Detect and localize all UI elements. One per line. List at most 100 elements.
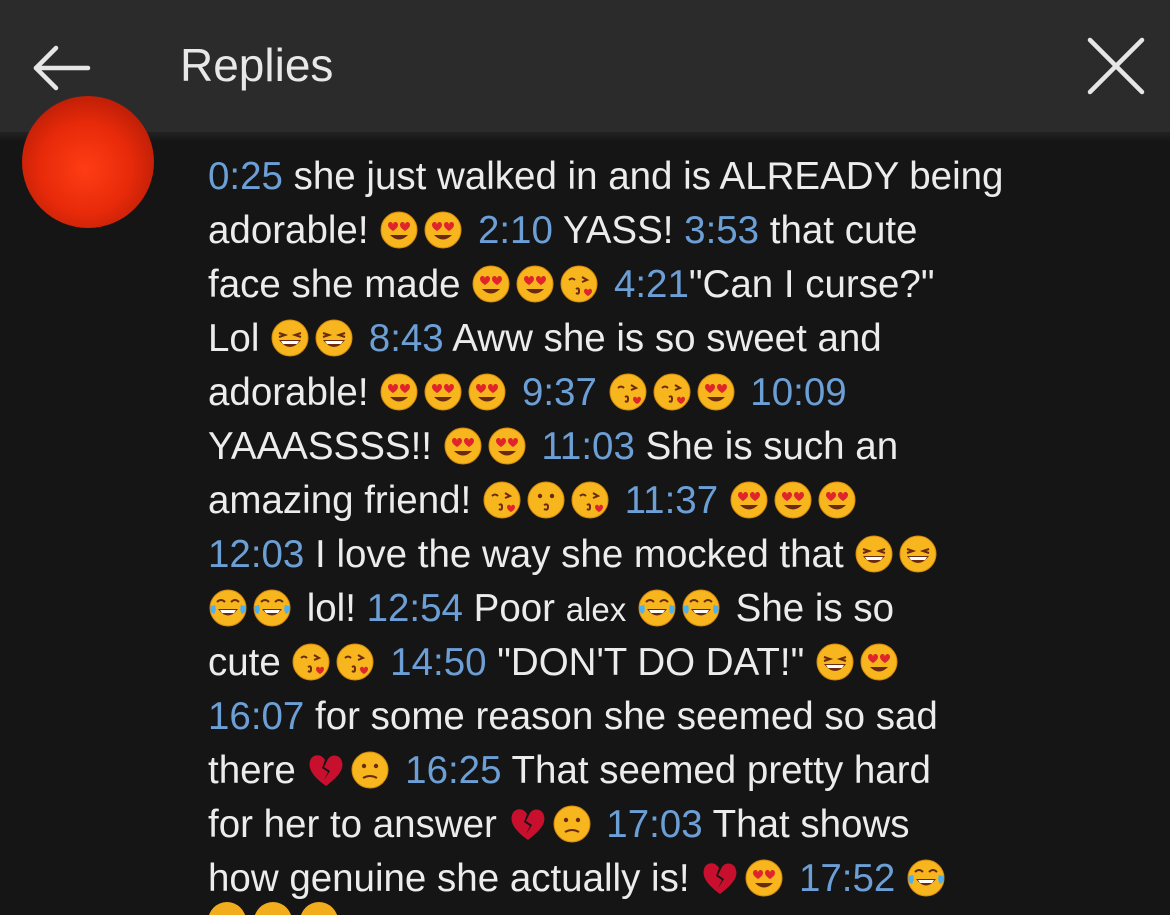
comment-text-segment (603, 263, 614, 306)
timestamp-link[interactable]: 11:03 (541, 425, 635, 468)
broken-heart-icon (309, 755, 343, 786)
timestamp-link[interactable]: 4:21 (614, 263, 689, 306)
heart-eyes-icon (424, 211, 462, 249)
heart-eyes-icon (774, 481, 812, 519)
timestamp-link[interactable]: 16:25 (405, 749, 501, 792)
mentioned-name: alex (565, 591, 627, 628)
timestamp-link[interactable]: 2:10 (478, 209, 553, 252)
timestamp-link[interactable]: 12:03 (208, 533, 304, 576)
heart-eyes-icon (697, 373, 735, 411)
timestamp-link[interactable]: 17:03 (606, 803, 702, 846)
timestamp-link[interactable]: 14:50 (390, 641, 486, 684)
joy-icon (638, 589, 676, 627)
comment-text-segment: "Can I curse?" (688, 263, 935, 306)
comment-line: how genuine she actually is! 17:52 (208, 852, 1153, 906)
comment-text-segment: how genuine she actually is! (208, 857, 701, 900)
comment-line: amazing friend! 11:37 (208, 474, 1153, 528)
comment-text-segment (718, 479, 729, 522)
header-shadow (0, 132, 1170, 142)
comment-line: lol! 12:54 Poor alex She is so (208, 582, 1153, 636)
timestamp-link[interactable]: 16:07 (208, 695, 304, 738)
kissing-heart-icon (653, 373, 691, 411)
face-icon (208, 902, 246, 915)
comment-text-segment: Lol (208, 317, 271, 360)
heart-eyes-icon (516, 265, 554, 303)
timestamp-link[interactable]: 8:43 (369, 317, 444, 360)
heart-eyes-icon (468, 373, 506, 411)
heart-eyes-icon (745, 859, 783, 897)
comment-line: for her to answer 17:03 That shows (208, 798, 1153, 852)
comment-text-segment: I love the way she mocked that (304, 533, 855, 576)
timestamp-link[interactable]: 17:52 (799, 857, 895, 900)
heart-eyes-icon (424, 373, 462, 411)
comment-text-segment (895, 857, 906, 900)
broken-heart-icon (703, 863, 737, 894)
kissing-heart-icon (609, 373, 647, 411)
comment-text-segment: She is so (724, 587, 894, 630)
kissing-icon (527, 481, 565, 519)
timestamp-link[interactable]: 10:09 (750, 371, 846, 414)
comment-text-segment (531, 425, 542, 468)
comment-text-segment: YASS! (552, 209, 685, 252)
close-x-icon (1087, 37, 1145, 95)
heart-eyes-icon (488, 427, 526, 465)
comment-line: YAAASSSS!! 11:03 She is such an (208, 420, 1153, 474)
comment-text-segment (597, 371, 608, 414)
comment-text-segment: adorable! (208, 371, 380, 414)
comment-text-segment: "DON'T DO DAT!" (486, 641, 815, 684)
page-title: Replies (180, 39, 334, 91)
comment-text-segment (788, 857, 799, 900)
comment-text-segment: for her to answer (208, 803, 508, 846)
kissing-heart-icon (292, 643, 330, 681)
comment-text-segment: Aww she is so sweet and (443, 317, 882, 360)
laughing-icon (816, 643, 854, 681)
heart-eyes-icon (860, 643, 898, 681)
joy-icon (907, 859, 945, 897)
kissing-heart-icon (483, 481, 521, 519)
close-button[interactable] (1080, 30, 1152, 102)
comment-text-segment (467, 209, 478, 252)
heart-eyes-icon (730, 481, 768, 519)
timestamp-link[interactable]: 0:25 (208, 155, 283, 198)
kissing-heart-icon (571, 481, 609, 519)
timestamp-link[interactable]: 11:37 (625, 479, 719, 522)
replies-screen: Replies 0:25 she just walked in and is A… (0, 0, 1170, 915)
comment-line: Lol 8:43 Aww she is so sweet and (208, 312, 1153, 366)
timestamp-link[interactable]: 12:54 (367, 587, 463, 630)
comment-line: adorable! 9:37 10:09 (208, 366, 1153, 420)
laughing-icon (271, 319, 309, 357)
comment-line: adorable! 2:10 YASS! 3:53 that cute (208, 204, 1153, 258)
comment-text-segment: there (208, 749, 307, 792)
heart-eyes-icon (818, 481, 856, 519)
avatar[interactable] (22, 96, 154, 228)
joy-icon (682, 589, 720, 627)
confused-face-icon (351, 751, 389, 789)
comment-text-segment: lol! (296, 587, 367, 630)
comment-line: 0:25 she just walked in and is ALREADY b… (208, 150, 1153, 204)
heart-eyes-icon (444, 427, 482, 465)
face-icon (300, 902, 338, 915)
comment-text-segment (740, 371, 751, 414)
heart-eyes-icon (380, 373, 418, 411)
comment-line: face she made 4:21"Can I curse?" (208, 258, 1153, 312)
comment-text-segment: face she made (208, 263, 472, 306)
comment-text-segment: that cute (759, 209, 918, 252)
timestamp-link[interactable]: 3:53 (684, 209, 759, 252)
laughing-icon (855, 535, 893, 573)
comment-text-segment: she just walked in and is ALREADY being (282, 155, 1004, 198)
back-button[interactable] (28, 36, 92, 100)
comment-text-segment (394, 749, 405, 792)
heart-eyes-icon (472, 265, 510, 303)
timestamp-link[interactable]: 9:37 (522, 371, 597, 414)
replies-header: Replies (0, 0, 1170, 132)
comment-line: there 16:25 That seemed pretty hard (208, 744, 1153, 798)
comment-line: 16:07 for some reason she seemed so sad (208, 690, 1153, 744)
kissing-heart-icon (336, 643, 374, 681)
comment-text-segment: That shows (702, 803, 910, 846)
next-line-partial (208, 902, 1108, 915)
comment-text-segment: That seemed pretty hard (501, 749, 931, 792)
comment-text-segment (626, 587, 637, 630)
heart-eyes-icon (380, 211, 418, 249)
face-icon (254, 902, 292, 915)
comment-text-segment: amazing friend! (208, 479, 482, 522)
